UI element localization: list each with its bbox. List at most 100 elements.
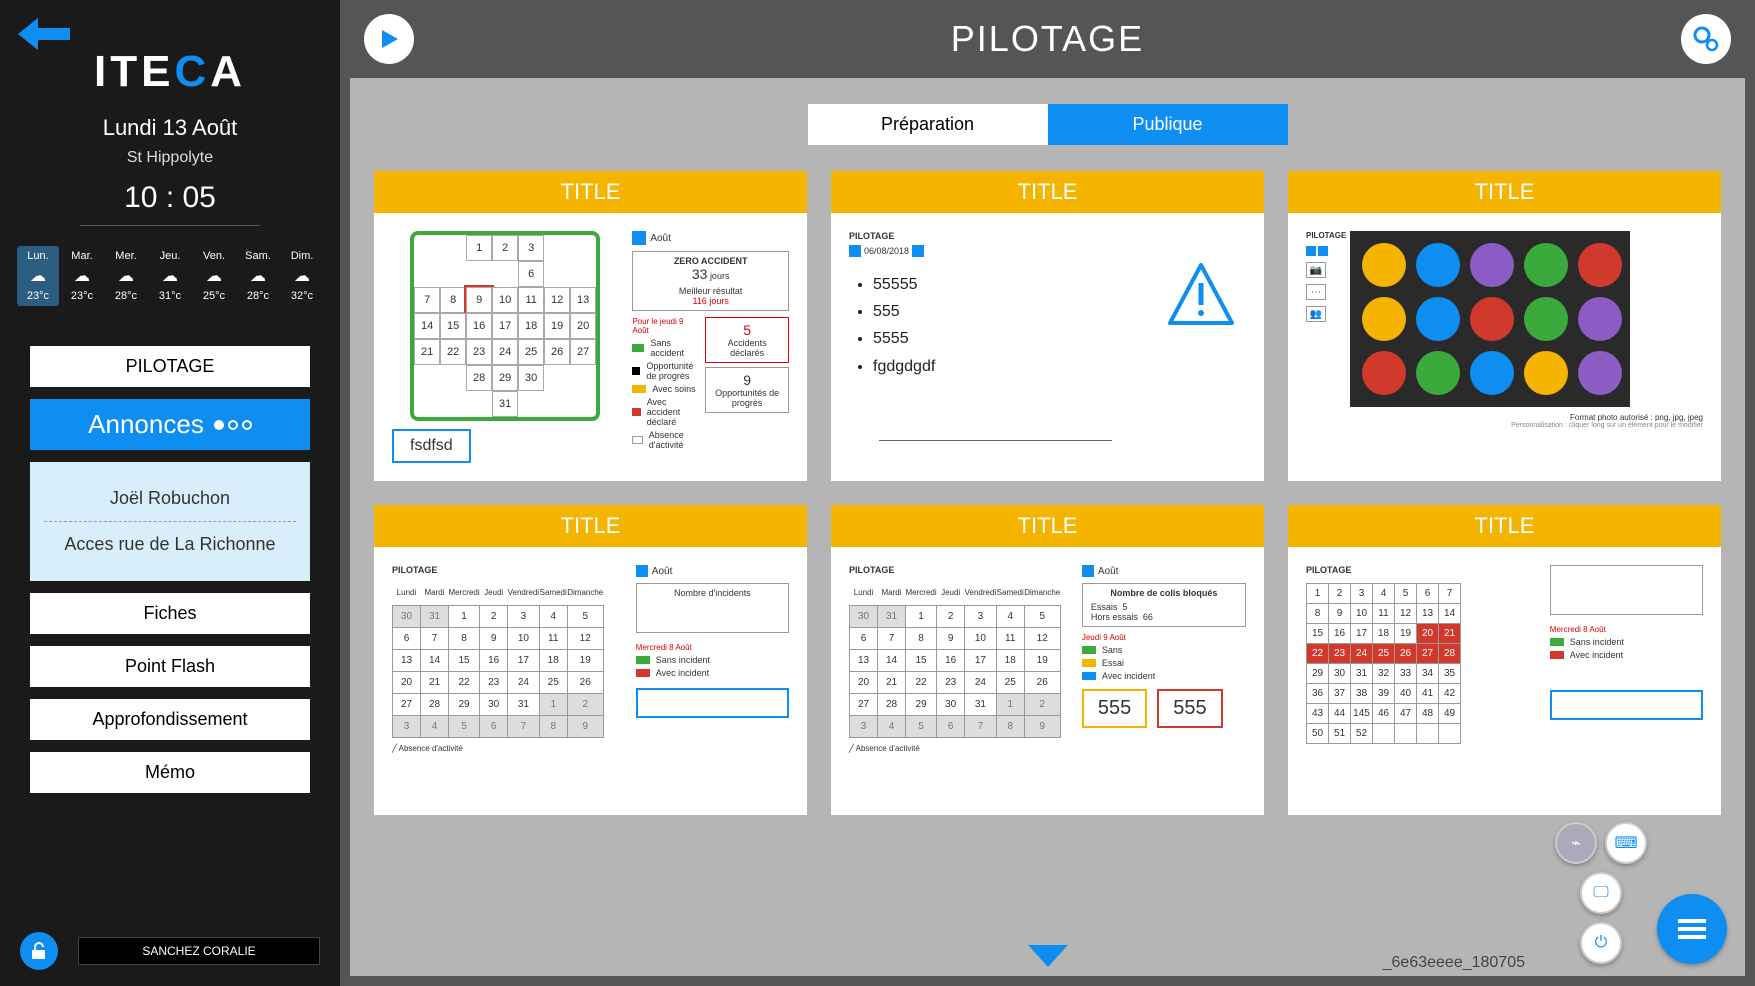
chart-title-box: Nombre d'incidents bbox=[636, 583, 789, 633]
legend-title: Mercredi 8 Août bbox=[636, 643, 789, 652]
power-button[interactable]: ⏻ bbox=[1580, 922, 1622, 964]
nav-point-flash[interactable]: Point Flash bbox=[30, 646, 310, 687]
weather-day[interactable]: Mer.☁28°c bbox=[105, 246, 147, 306]
stat-box-accidents: 5Accidents déclarés bbox=[705, 317, 789, 363]
location-label: St Hippolyte bbox=[0, 149, 340, 167]
display-button[interactable]: 🖵 bbox=[1580, 872, 1622, 914]
settings-button[interactable] bbox=[1681, 14, 1731, 64]
gear-icon bbox=[1692, 25, 1720, 53]
tab-preparation[interactable]: Préparation bbox=[808, 104, 1048, 145]
content-area: Préparation Publique TITLE 1236789101112… bbox=[350, 78, 1745, 976]
prev-month-icon bbox=[632, 231, 646, 245]
next-icon bbox=[912, 245, 924, 257]
nav-annonces[interactable]: Annonces bbox=[30, 399, 310, 450]
card-3[interactable]: TITLE PILOTAGE 📷 ⋯ 👥 bbox=[1288, 171, 1721, 481]
input-incidents[interactable]: 555 bbox=[1157, 689, 1222, 728]
card-2[interactable]: TITLE PILOTAGE 06/08/2018 555555555555fg… bbox=[831, 171, 1264, 481]
month-label: Août bbox=[652, 566, 673, 577]
nav-memo[interactable]: Mémo bbox=[30, 752, 310, 793]
scroll-down-button[interactable] bbox=[1028, 945, 1068, 972]
month-label: Août bbox=[1098, 566, 1119, 577]
main: PILOTAGE Préparation Publique TITLE 1236… bbox=[340, 0, 1755, 986]
calendar: LundiMardiMercrediJeudiVendrediSamediDim… bbox=[392, 583, 604, 738]
topbar: PILOTAGE bbox=[340, 0, 1755, 78]
empty-input[interactable] bbox=[636, 688, 789, 718]
keyboard-icon: ⌨ bbox=[1614, 833, 1637, 853]
nav-pilotage[interactable]: PILOTAGE bbox=[30, 346, 310, 387]
mini-title: PILOTAGE bbox=[1306, 565, 1536, 575]
date-label: Lundi 13 Août bbox=[0, 115, 340, 141]
unlock-icon bbox=[29, 941, 49, 961]
list-item: 555 bbox=[873, 298, 1142, 325]
weather-day[interactable]: Jeu.☁31°c bbox=[149, 246, 191, 306]
tab-publique[interactable]: Publique bbox=[1048, 104, 1288, 145]
arrow-left-icon bbox=[18, 18, 70, 50]
footnote: Absence d'activité bbox=[399, 744, 463, 753]
camera-icon: 📷 bbox=[1306, 262, 1326, 278]
card-title: TITLE bbox=[1288, 505, 1721, 547]
card-5[interactable]: TITLE PILOTAGE LundiMardiMercrediJeudiVe… bbox=[831, 505, 1264, 815]
mini-title: PILOTAGE bbox=[392, 565, 622, 575]
logo: ITECA bbox=[0, 47, 340, 97]
unlock-button[interactable] bbox=[20, 932, 58, 970]
power-icon: ⏻ bbox=[1595, 934, 1608, 952]
nav-fiches[interactable]: Fiches bbox=[30, 593, 310, 634]
chart-title-box: Nombre de colis bloqués Essais 5 Hors es… bbox=[1082, 583, 1246, 627]
time-label: 10 : 05 bbox=[0, 181, 340, 236]
card-title: TITLE bbox=[831, 171, 1264, 213]
legend-title: Jeudi 9 Août bbox=[1082, 633, 1246, 642]
people-icon: 👥 bbox=[1306, 306, 1326, 322]
announcement-item[interactable]: Joël Robuchon bbox=[44, 476, 296, 522]
calendar: 1234567891011121314151617181920212223242… bbox=[1306, 583, 1461, 744]
chevron-down-icon bbox=[1028, 945, 1068, 967]
announcement-item[interactable]: Acces rue de La Richonne bbox=[44, 522, 296, 567]
footnote: Absence d'activité bbox=[856, 744, 920, 753]
mini-title: PILOTAGE bbox=[849, 565, 1068, 575]
legend-item: Avec incident bbox=[656, 668, 709, 678]
input-essais[interactable]: 555 bbox=[1082, 689, 1147, 728]
weather-day[interactable]: Ven.☁25°c bbox=[193, 246, 235, 306]
caption: Format photo autorisé : png, jpg, jpeg bbox=[1350, 413, 1703, 422]
weather-row: Lun.☁23°cMar.☁23°cMer.☁28°cJeu.☁31°cVen.… bbox=[0, 246, 340, 306]
weather-day[interactable]: Dim.☁32°c bbox=[281, 246, 323, 306]
calendar: LundiMardiMercrediJeudiVendrediSamediDim… bbox=[849, 583, 1061, 738]
sidebar: ITECA Lundi 13 Août St Hippolyte 10 : 05… bbox=[0, 0, 340, 986]
page-title: PILOTAGE bbox=[414, 18, 1681, 60]
stat-box-opportunities: 9Opportunités de progrès bbox=[705, 367, 789, 413]
floating-buttons: ⌁ ⌨ 🖵 ⏻ bbox=[1555, 822, 1727, 964]
list-item: fgdgdgdf bbox=[873, 353, 1142, 380]
caption2: Personnalisation : cliquer long sur un é… bbox=[1350, 422, 1703, 429]
card-1[interactable]: TITLE 1236789101112131415161718192021222… bbox=[374, 171, 807, 481]
more-icon: ⋯ bbox=[1306, 284, 1326, 300]
menu-button[interactable] bbox=[1657, 894, 1727, 964]
date-badge: 06/08/2018 bbox=[864, 246, 909, 256]
weather-day[interactable]: Mar.☁23°c bbox=[61, 246, 103, 306]
zero-accident-box: ZERO ACCIDENT 33 jours Meilleur résultat… bbox=[632, 251, 789, 311]
card-grid: TITLE 1236789101112131415161718192021222… bbox=[350, 171, 1745, 815]
pagination-dots-icon bbox=[214, 420, 252, 430]
badge-grid bbox=[1350, 231, 1630, 407]
legend-item: Avec incident bbox=[1570, 650, 1623, 660]
legend-item: Avec incident bbox=[1102, 671, 1155, 681]
card-4[interactable]: TITLE PILOTAGE LundiMardiMercrediJeudiVe… bbox=[374, 505, 807, 815]
play-button[interactable] bbox=[364, 14, 414, 64]
card-6[interactable]: TITLE PILOTAGE 1234567891011121314151617… bbox=[1288, 505, 1721, 815]
mini-title: PILOTAGE bbox=[849, 231, 1142, 241]
legend-title: Mercredi 8 Août bbox=[1550, 625, 1703, 634]
legend-item: Sans bbox=[1102, 645, 1123, 655]
display-icon: 🖵 bbox=[1593, 884, 1608, 902]
card-title: TITLE bbox=[831, 505, 1264, 547]
month-label: Août bbox=[650, 233, 671, 244]
card-title: TITLE bbox=[374, 505, 807, 547]
weather-day[interactable]: Lun.☁23°c bbox=[17, 246, 59, 306]
legend-item: Sans incident bbox=[656, 655, 710, 665]
bluetooth-button[interactable]: ⌁ bbox=[1555, 822, 1597, 864]
nav-approfondissement[interactable]: Approfondissement bbox=[30, 699, 310, 740]
tag-input: fsdfsd bbox=[392, 429, 471, 463]
keyboard-button[interactable]: ⌨ bbox=[1605, 822, 1647, 864]
card-title: TITLE bbox=[1288, 171, 1721, 213]
empty-input[interactable] bbox=[1550, 690, 1703, 720]
weather-day[interactable]: Sam.☁28°c bbox=[237, 246, 279, 306]
warning-icon bbox=[1166, 261, 1236, 331]
card-title: TITLE bbox=[374, 171, 807, 213]
